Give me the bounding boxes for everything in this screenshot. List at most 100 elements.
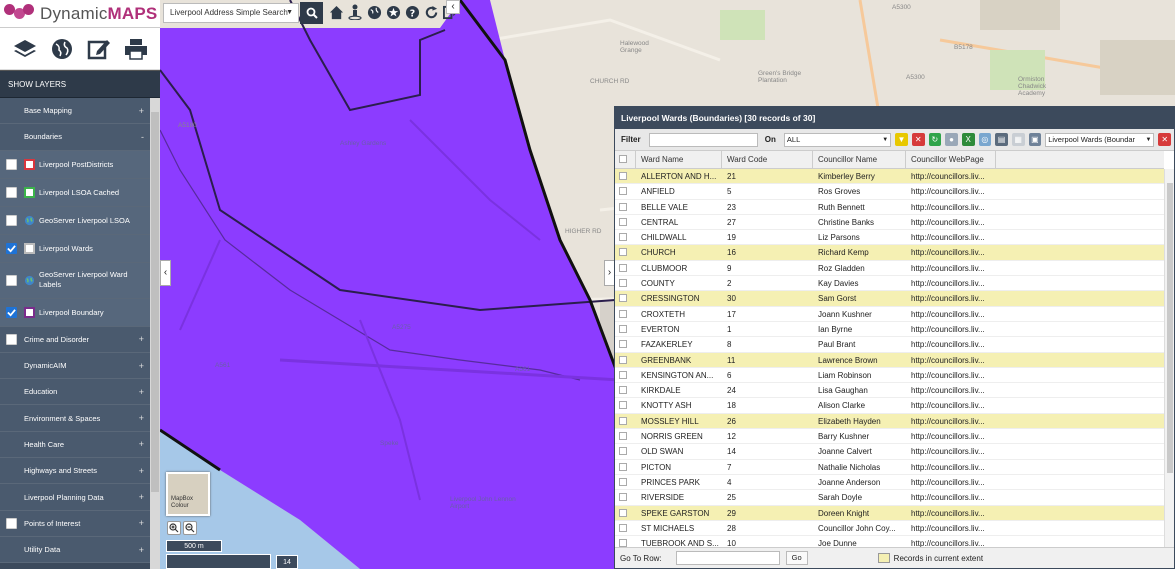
cell-councillor-webpage[interactable]: http://councillors.liv... [906, 276, 996, 290]
filter-column-select[interactable]: ALL ▼ [783, 132, 892, 147]
cell-councillor-webpage[interactable]: http://councillors.liv... [906, 352, 996, 367]
row-checkbox[interactable] [619, 340, 627, 349]
row-select-cell[interactable] [615, 414, 636, 428]
layer-liverpool-boundary[interactable]: Liverpool Boundary [0, 298, 150, 327]
cell-councillor-webpage[interactable]: http://councillors.liv... [906, 337, 996, 351]
table-row[interactable]: KNOTTY ASH 18 Alison Clarke http://councill… [615, 398, 1164, 414]
row-select-cell[interactable] [615, 444, 636, 458]
cell-councillor-webpage[interactable]: http://councillors.liv... [906, 383, 996, 397]
expand-icon[interactable]: + [139, 492, 144, 502]
zoom-out-button[interactable] [183, 521, 197, 535]
search-button[interactable] [300, 2, 323, 24]
grid-scrollbar[interactable] [1164, 169, 1174, 549]
cell-councillor-webpage[interactable]: http://councillors.liv... [906, 307, 996, 321]
sidebar-collapse-toggle[interactable]: ‹ [160, 260, 171, 286]
column-header-councillor-webpage[interactable]: Councillor WebPage [906, 151, 996, 168]
export-excel-icon[interactable]: X [961, 133, 975, 146]
row-select-cell[interactable] [615, 490, 636, 504]
clear-filter-icon[interactable]: ✕ [911, 133, 925, 146]
star-icon[interactable] [385, 3, 401, 21]
expand-icon[interactable]: + [139, 413, 144, 423]
cell-councillor-webpage[interactable]: http://councillors.liv... [906, 505, 996, 520]
table-row[interactable]: COUNTY 2 Kay Davies http://councillors.liv.… [615, 276, 1164, 292]
group-environment-spaces[interactable]: Environment & Spaces + [0, 405, 150, 432]
table-row[interactable]: MOSSLEY HILL 26 Elizabeth Hayden http://cou… [615, 413, 1164, 430]
select-all-checkbox[interactable] [619, 155, 627, 163]
row-select-cell[interactable] [615, 429, 636, 443]
row-checkbox[interactable] [619, 539, 627, 548]
layer-checkbox[interactable] [6, 158, 17, 170]
row-select-cell[interactable] [615, 276, 636, 290]
row-checkbox[interactable] [619, 508, 627, 517]
print-icon[interactable] [122, 35, 150, 63]
table-row[interactable]: KIRKDALE 24 Lisa Gaughan http://councillors… [615, 383, 1164, 399]
column-header-ward-code[interactable]: Ward Code [722, 151, 813, 168]
cell-councillor-webpage[interactable]: http://councillors.liv... [906, 322, 996, 336]
row-checkbox[interactable] [619, 172, 627, 180]
row-checkbox[interactable] [619, 523, 627, 532]
filter-icon[interactable]: ▼ [895, 133, 908, 146]
print-icon[interactable]: ▤ [995, 133, 1008, 146]
group-checkbox[interactable] [6, 333, 17, 345]
row-select-cell[interactable] [615, 291, 636, 305]
expand-icon[interactable]: + [139, 545, 144, 555]
cell-councillor-webpage[interactable]: http://councillors.liv... [906, 291, 996, 306]
expand-icon[interactable]: + [139, 439, 144, 449]
table-row[interactable]: CHILDWALL 19 Liz Parsons http://councillors… [615, 230, 1164, 246]
row-select-cell[interactable] [615, 245, 636, 259]
layer-checkbox[interactable] [6, 214, 17, 226]
cell-councillor-webpage[interactable]: http://councillors.liv... [906, 215, 996, 229]
basemap-thumbnail[interactable]: MapBox Colour [166, 472, 210, 516]
row-select-cell[interactable] [615, 383, 636, 397]
cell-councillor-webpage[interactable]: http://councillors.liv... [906, 475, 996, 489]
row-select-cell[interactable] [615, 368, 636, 382]
cell-councillor-webpage[interactable]: http://councillors.liv... [906, 200, 996, 214]
cell-councillor-webpage[interactable]: http://councillors.liv... [906, 245, 996, 260]
collapse-icon[interactable]: - [141, 132, 144, 142]
filter-input[interactable] [648, 132, 758, 147]
row-checkbox[interactable] [619, 416, 627, 425]
table-row[interactable]: PICTON 7 Nathalie Nicholas http://councillo… [615, 460, 1164, 475]
table-row[interactable]: CENTRAL 27 Christine Banks http://councillo… [615, 215, 1164, 231]
table-row[interactable]: GREENBANK 11 Lawrence Brown http://councill… [615, 352, 1164, 368]
row-checkbox[interactable] [619, 401, 627, 410]
expand-icon[interactable]: + [139, 106, 144, 116]
globe-icon[interactable] [48, 35, 76, 63]
help-icon[interactable]: ? [404, 3, 420, 21]
row-checkbox[interactable] [619, 217, 627, 226]
refresh-icon[interactable] [423, 3, 439, 21]
columns-icon[interactable]: ▦ [1011, 133, 1025, 146]
layer-checkbox-checked[interactable] [6, 242, 17, 254]
chevron-left-icon[interactable]: ‹ [446, 0, 460, 14]
row-checkbox[interactable] [619, 202, 627, 211]
cell-councillor-webpage[interactable]: http://councillors.liv... [906, 444, 996, 458]
search-map-icon[interactable]: ◎ [978, 133, 992, 146]
row-checkbox[interactable] [619, 324, 627, 333]
row-checkbox[interactable] [619, 294, 627, 303]
group-base-mapping[interactable]: Base Mapping + [0, 98, 150, 125]
row-checkbox[interactable] [619, 263, 627, 272]
row-checkbox[interactable] [619, 432, 627, 441]
scrollbar-thumb[interactable] [151, 112, 159, 492]
table-row[interactable]: ALLERTON AND H... 21 Kimberley Berry http:/… [615, 169, 1164, 185]
zoom-to-icon[interactable]: ● [945, 133, 958, 146]
cell-councillor-webpage[interactable]: http://councillors.liv... [906, 398, 996, 412]
table-row[interactable]: FAZAKERLEY 8 Paul Brant http://councillors.… [615, 337, 1164, 353]
cell-councillor-webpage[interactable]: http://councillors.liv... [906, 261, 996, 275]
row-checkbox[interactable] [619, 493, 627, 502]
layer-select[interactable]: Liverpool Wards (Boundar ▼ [1045, 132, 1155, 147]
scrollbar-thumb[interactable] [1167, 183, 1173, 473]
cell-councillor-webpage[interactable]: http://councillors.liv... [906, 230, 996, 244]
row-checkbox[interactable] [619, 248, 627, 257]
edit-icon[interactable] [85, 35, 113, 63]
group-crime-and-disorder[interactable]: Crime and Disorder + [0, 326, 150, 353]
group-health-care[interactable]: Health Care + [0, 431, 150, 459]
layer-geoserver-lsoa[interactable]: GeoServer Liverpool LSOA [0, 206, 150, 235]
expand-icon[interactable]: + [139, 518, 144, 528]
cell-councillor-webpage[interactable]: http://councillors.liv... [906, 490, 996, 504]
cell-councillor-webpage[interactable]: http://councillors.liv... [906, 413, 996, 429]
table-row[interactable]: CRESSINGTON 30 Sam Gorst http://councillors… [615, 291, 1164, 307]
globe-icon[interactable] [366, 3, 382, 21]
row-checkbox[interactable] [619, 187, 627, 196]
home-icon[interactable] [328, 3, 344, 21]
